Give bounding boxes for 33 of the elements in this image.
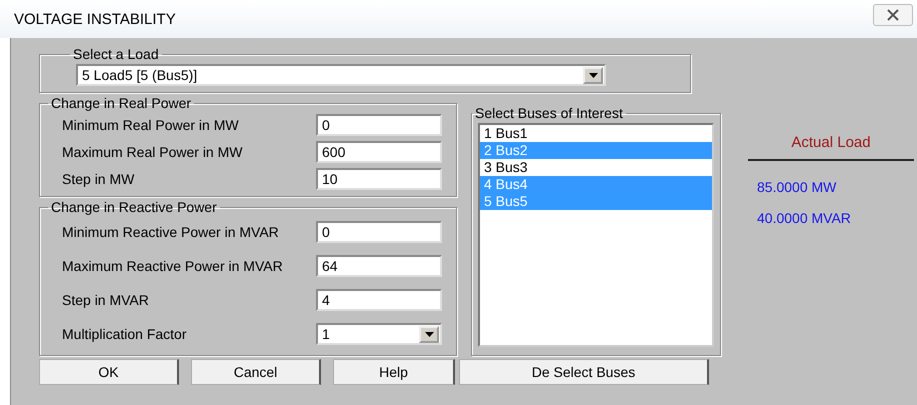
close-icon xyxy=(887,9,899,21)
input-field[interactable]: 600 xyxy=(316,140,442,162)
group-title: Select a Load xyxy=(72,46,160,62)
field-label: Step in MW xyxy=(61,172,136,186)
window-title: VOLTAGE INSTABILITY xyxy=(14,10,176,28)
actual-load-heading: Actual Load xyxy=(791,134,871,151)
caret-icon xyxy=(588,72,598,78)
load-dropdown[interactable]: 5 Load5 [5 (Bus5)] xyxy=(76,64,606,86)
field-label: Maximum Reactive Power in MVAR xyxy=(61,259,284,273)
field-label: Maximum Real Power in MW xyxy=(61,144,244,158)
field-label: Multiplication Factor xyxy=(61,327,188,341)
input-field[interactable]: 4 xyxy=(316,289,442,311)
input-field[interactable]: 0 xyxy=(316,114,442,136)
field-label: Minimum Real Power in MW xyxy=(61,118,240,132)
dialog-button[interactable]: OK xyxy=(39,359,179,385)
group-title: Change in Reactive Power xyxy=(50,199,218,215)
list-item[interactable]: 1 Bus1 xyxy=(480,125,712,142)
input-field[interactable]: 10 xyxy=(316,168,442,190)
field-label: Step in MVAR xyxy=(61,293,150,307)
load-value: 40.0000 MVAR xyxy=(757,210,851,226)
list-item[interactable]: 3 Bus3 xyxy=(480,159,712,176)
dialog-button[interactable]: Help xyxy=(333,359,455,385)
dialog-button[interactable]: Cancel xyxy=(191,359,321,385)
caret-icon xyxy=(424,332,434,336)
field-label: Minimum Reactive Power in MVAR xyxy=(61,225,280,239)
load-value: 85.0000 MW xyxy=(757,179,836,195)
factor-dropdown[interactable]: 1 xyxy=(316,323,442,345)
input-field[interactable]: 64 xyxy=(316,255,442,277)
input-field[interactable]: 0 xyxy=(316,221,442,243)
group-title: Change in Real Power xyxy=(50,95,192,111)
close-button[interactable] xyxy=(873,4,913,26)
dialog-button[interactable]: De Select Buses xyxy=(459,359,709,385)
group-title: Select Buses of Interest xyxy=(474,105,624,121)
